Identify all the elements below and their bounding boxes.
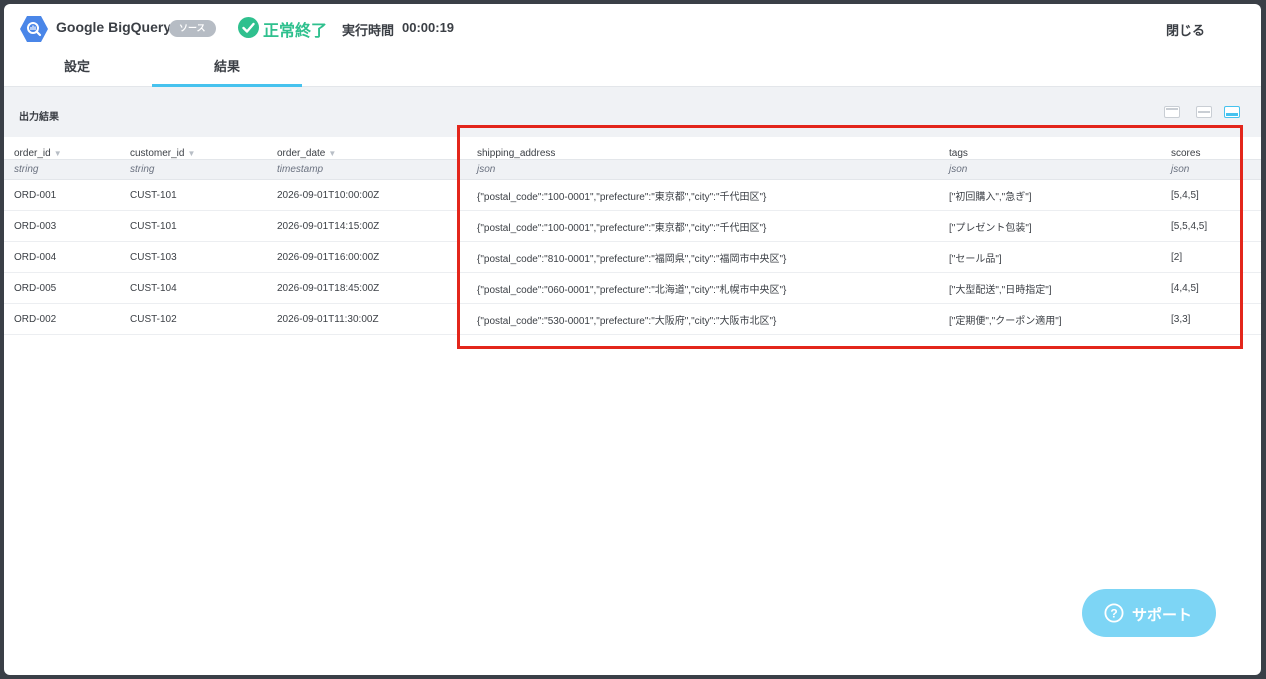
table-row: ORD-004 CUST-103 2026-09-01T16:00:00Z {"… [4,241,1261,273]
section-title: 出力結果 [19,112,59,123]
table-cell: {"postal_code":"530-0001","prefecture":"… [467,303,939,335]
table-cell: [2] [1161,241,1261,273]
table-cell: ORD-005 [4,272,120,304]
table-cell: CUST-101 [120,210,267,242]
close-button[interactable]: 閉じる [1166,20,1205,39]
column-type: json [467,159,939,180]
source-name: Google BigQuery [56,19,172,35]
table-cell: 2026-09-01T16:00:00Z [267,241,467,273]
column-type: timestamp [267,159,467,180]
table-cell: [4,4,5] [1161,272,1261,304]
modal-header: Google BigQuery ソース 正常終了 実行時間 00:00:19 閉… [4,4,1261,54]
column-header-scores: scores [1161,137,1261,160]
column-header-order-date[interactable]: order_date ▼ [267,137,467,160]
table-cell: ORD-002 [4,303,120,335]
column-type-row: string string timestamp json json json [4,159,1261,180]
table-cell: CUST-101 [120,179,267,211]
table-cell: ORD-004 [4,241,120,273]
execution-time-label: 実行時間 [342,23,395,38]
table-cell: ["プレゼント包装"] [939,210,1161,242]
view-split-pane-button[interactable] [1196,106,1212,118]
caret-down-icon[interactable]: ▼ [54,149,62,158]
column-name: scores [1171,148,1201,159]
support-button[interactable]: ? サポート [1082,589,1216,637]
table-cell: ["セール品"] [939,241,1161,273]
table-cell: 2026-09-01T10:00:00Z [267,179,467,211]
result-modal: Google BigQuery ソース 正常終了 実行時間 00:00:19 閉… [4,4,1261,675]
caret-down-icon[interactable]: ▼ [187,149,195,158]
column-type: string [120,159,267,180]
caret-down-icon[interactable]: ▼ [328,149,336,158]
column-type: json [1161,159,1261,180]
column-header-row: order_id ▼ customer_id ▼ order_date ▼ shipp… [4,137,1261,160]
table-cell: 2026-09-01T14:15:00Z [267,210,467,242]
table-cell: 2026-09-01T18:45:00Z [267,272,467,304]
table-cell: {"postal_code":"060-0001","prefecture":"… [467,272,939,304]
view-bottom-pane-icon [1226,113,1238,116]
column-type: string [4,159,120,180]
table-cell: [3,3] [1161,303,1261,335]
tab-bar: 設定 結果 [4,54,1261,87]
table-cell: [5,5,4,5] [1161,210,1261,242]
view-top-pane-icon [1166,108,1178,110]
tab-settings[interactable]: 設定 [32,54,122,86]
column-name: order_id [14,148,51,159]
section-bar [4,87,1261,137]
status-text: 正常終了 [263,23,328,40]
column-header-customer-id[interactable]: customer_id ▼ [120,137,267,160]
table-cell: {"postal_code":"100-0001","prefecture":"… [467,179,939,211]
column-header-shipping-address: shipping_address [467,137,939,160]
table-cell: ORD-003 [4,210,120,242]
view-split-pane-icon [1198,111,1210,113]
table-cell: [5,4,5] [1161,179,1261,211]
table-cell: ORD-001 [4,179,120,211]
source-badge: ソース [169,20,216,37]
question-circle-icon: ? [1104,603,1124,623]
support-label: サポート [1132,607,1193,624]
results-table: order_id ▼ customer_id ▼ order_date ▼ shipp… [4,137,1261,335]
column-name: tags [949,148,968,159]
table-cell: CUST-103 [120,241,267,273]
column-name: shipping_address [477,148,556,159]
column-header-order-id[interactable]: order_id ▼ [4,137,120,160]
table-cell: ["初回購入","急ぎ"] [939,179,1161,211]
column-type: json [939,159,1161,180]
column-name: order_date [277,148,326,159]
svg-text:?: ? [1110,607,1117,621]
table-cell: 2026-09-01T11:30:00Z [267,303,467,335]
table-cell: CUST-104 [120,272,267,304]
column-name: customer_id [130,148,185,159]
column-header-tags: tags [939,137,1161,160]
table-cell: {"postal_code":"100-0001","prefecture":"… [467,210,939,242]
tab-results[interactable]: 結果 [152,54,302,87]
execution-time-value: 00:00:19 [402,20,455,35]
table-cell: CUST-102 [120,303,267,335]
table-row: ORD-001 CUST-101 2026-09-01T10:00:00Z {"… [4,179,1261,211]
check-circle-icon [238,17,259,38]
view-bottom-pane-button[interactable] [1224,106,1240,118]
table-cell: ["定期便","クーポン適用"] [939,303,1161,335]
view-top-pane-button[interactable] [1164,106,1180,118]
table-cell: {"postal_code":"810-0001","prefecture":"… [467,241,939,273]
table-row: ORD-003 CUST-101 2026-09-01T14:15:00Z {"… [4,210,1261,242]
bigquery-icon [20,16,48,42]
table-row: ORD-005 CUST-104 2026-09-01T18:45:00Z {"… [4,272,1261,304]
table-row: ORD-002 CUST-102 2026-09-01T11:30:00Z {"… [4,303,1261,335]
table-cell: ["大型配送","日時指定"] [939,272,1161,304]
